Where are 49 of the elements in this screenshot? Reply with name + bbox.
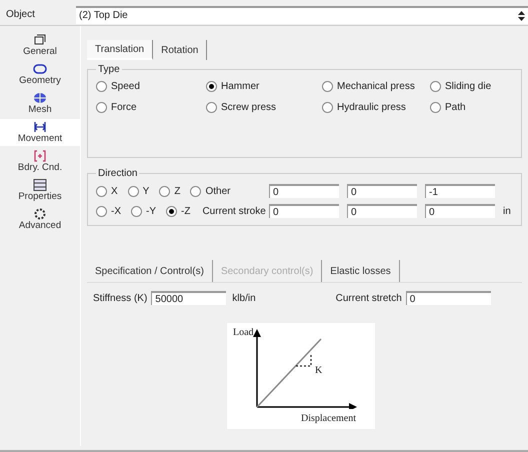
input-field[interactable]: 0 [347, 184, 417, 198]
radio-button[interactable]: Hammer [206, 81, 322, 92]
object-label: Object [6, 9, 36, 20]
input-field[interactable]: 0 [347, 204, 417, 218]
radio-button[interactable]: -Z [166, 206, 190, 216]
list-icon [33, 179, 47, 191]
stretch-field[interactable]: 0 [406, 291, 491, 305]
unit-label: klb/in [232, 292, 256, 304]
group-title: Direction [97, 168, 138, 179]
radio-button[interactable]: Sliding die [430, 81, 510, 92]
tab[interactable]: Elastic losses [322, 260, 400, 282]
rounded-rectangle-icon [33, 63, 47, 75]
radio-button[interactable]: Path [430, 102, 510, 113]
input-field[interactable]: 0 [269, 184, 339, 198]
radio-button[interactable]: Force [96, 102, 206, 113]
stroke-label: Current stroke [202, 206, 266, 216]
input-field[interactable]: 0 [425, 204, 495, 218]
axis-label: Displacement [301, 413, 356, 424]
radio-button[interactable]: Other [190, 186, 230, 196]
radio-button[interactable]: -X [96, 206, 121, 216]
sidebar-item[interactable]: Mesh [0, 90, 80, 117]
bracket-icon [33, 150, 47, 162]
sidebar-item[interactable]: Movement [0, 119, 80, 146]
movement-icon [33, 121, 47, 133]
radio-button[interactable]: Mechanical press [322, 81, 430, 92]
sidebar-item[interactable]: Advanced [0, 206, 80, 233]
tab[interactable]: Rotation [153, 40, 208, 60]
radio-button[interactable]: Screw press [206, 102, 322, 113]
spin-arrows-icon[interactable] [518, 10, 525, 22]
input-field[interactable]: 0 [269, 204, 339, 218]
group-title: Type [97, 64, 121, 75]
sidebar-item[interactable]: Bdry. Cnd. [0, 148, 80, 175]
stiffness-field[interactable]: 50000 [151, 291, 226, 305]
stiffness-symbol: K [315, 365, 322, 376]
radio-button[interactable]: Speed [96, 81, 206, 92]
input-field[interactable]: -1 [425, 184, 495, 198]
sidebar-item[interactable]: Properties [0, 177, 80, 204]
sidebar-item[interactable]: Geometry [0, 61, 80, 88]
tab[interactable]: Translation [87, 40, 154, 60]
stiffness-label: Stiffness (K) [93, 292, 148, 304]
radio-button[interactable]: Hydraulic press [322, 102, 430, 113]
object-dropdown[interactable]: (2) Top Die [76, 6, 528, 24]
stretch-label: Current stretch [336, 292, 402, 304]
mesh-ball-icon [33, 92, 47, 104]
axis-label: Load [233, 327, 254, 338]
tab[interactable]: Specification / Control(s) [87, 260, 213, 282]
sidebar-item[interactable]: General [0, 32, 80, 59]
unit-label: in [503, 206, 512, 216]
radio-button[interactable]: -Y [131, 206, 156, 216]
